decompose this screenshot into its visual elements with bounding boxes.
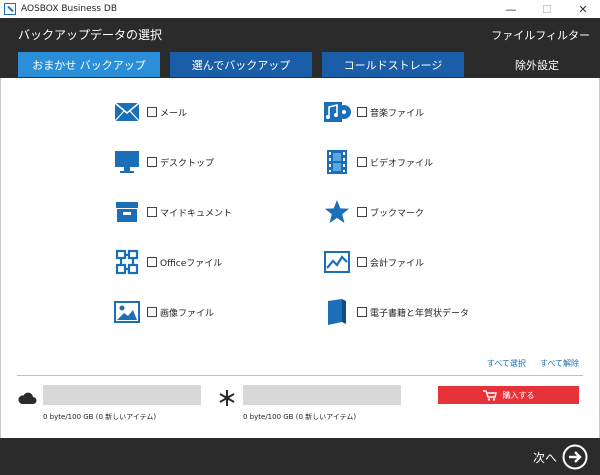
window-title: AOSBOX Business DB [21,4,117,14]
category-video-files[interactable]: ビデオファイル [323,147,433,177]
checkbox[interactable] [357,257,367,267]
category-office-files[interactable]: Officeファイル [113,247,222,277]
envelope-icon [113,98,141,126]
category-label: 電子書籍と年賀状データ [370,308,470,319]
maximize-button[interactable]: ☐ [530,0,564,18]
category-bookmarks[interactable]: ブックマーク [323,197,424,227]
film-icon [323,148,351,176]
category-my-documents[interactable]: マイドキュメント [113,197,232,227]
checkbox[interactable] [357,207,367,217]
tab-exclusion-settings[interactable]: 除外設定 [474,52,600,77]
category-label: 画像ファイル [160,308,215,319]
app-window: AOSBOX Business DB — ☐ ✕ バックアップデータの選択 ファ… [0,0,600,475]
office-icon [113,248,141,276]
checkbox[interactable] [357,157,367,167]
category-label: マイドキュメント [160,208,233,219]
close-button[interactable]: ✕ [566,0,600,18]
cold-usage-text: 0 byte/100 GB (0 新しいアイテム) [243,413,357,421]
music-icon [323,98,351,126]
tab-cold-storage[interactable]: コールドストレージ [322,52,464,77]
book-icon [323,298,351,326]
cold-usage-bar [243,385,401,405]
monitor-icon [113,148,141,176]
checkbox[interactable] [147,257,157,267]
category-panel: メール デスクトップ マイドキュメント Officeファイル 画像ファイル 音楽… [0,78,600,438]
minimize-button[interactable]: — [494,0,528,18]
buy-button[interactable]: 購入する [438,386,579,404]
app-logo-icon [4,3,16,15]
next-button[interactable]: 次へ [533,444,588,470]
tab-auto-backup[interactable]: おまかせ バックアップ [18,52,160,77]
divider [17,375,583,376]
cabinet-icon [113,198,141,226]
checkbox[interactable] [147,157,157,167]
tab-select-backup[interactable]: 選んでバックアップ [170,52,312,77]
checkbox[interactable] [147,107,157,117]
checkbox[interactable] [357,107,367,117]
category-music-files[interactable]: 音楽ファイル [323,97,424,127]
next-label: 次へ [532,450,557,465]
cart-icon [482,389,497,401]
category-image-files[interactable]: 画像ファイル [113,297,214,327]
category-label: 音楽ファイル [370,108,425,119]
category-label: ブックマーク [370,208,425,219]
deselect-all-link[interactable]: すべて解除 [540,358,579,369]
snowflake-icon [217,388,237,408]
image-icon [113,298,141,326]
checkbox[interactable] [147,307,157,317]
category-label: メール [160,108,188,119]
arrow-right-circle-icon [562,444,588,470]
checkbox[interactable] [357,307,367,317]
star-icon [323,198,351,226]
category-label: Officeファイル [160,258,223,269]
category-label: 会計ファイル [370,258,425,269]
selection-links: すべて選択 すべて解除 [487,358,579,369]
page-title: バックアップデータの選択 [18,28,163,42]
title-bar: AOSBOX Business DB — ☐ ✕ [0,0,600,19]
category-ebooks-greeting-cards[interactable]: 電子書籍と年賀状データ [323,297,469,327]
chart-icon [323,248,351,276]
header: バックアップデータの選択 ファイルフィルター おまかせ バックアップ 選んでバッ… [0,18,600,78]
cloud-icon [17,388,37,408]
category-accounting-files[interactable]: 会計ファイル [323,247,424,277]
file-filter-link[interactable]: ファイルフィルター [491,27,590,43]
footer: 次へ [0,438,600,475]
cloud-usage-text: 0 byte/100 GB (0 新しいアイテム) [43,413,157,421]
checkbox[interactable] [147,207,157,217]
buy-button-label: 購入する [502,390,535,400]
category-mail[interactable]: メール [113,97,187,127]
select-all-link[interactable]: すべて選択 [487,358,526,369]
cloud-usage-bar [43,385,201,405]
category-label: デスクトップ [160,158,215,169]
category-label: ビデオファイル [370,158,434,169]
category-desktop[interactable]: デスクトップ [113,147,214,177]
